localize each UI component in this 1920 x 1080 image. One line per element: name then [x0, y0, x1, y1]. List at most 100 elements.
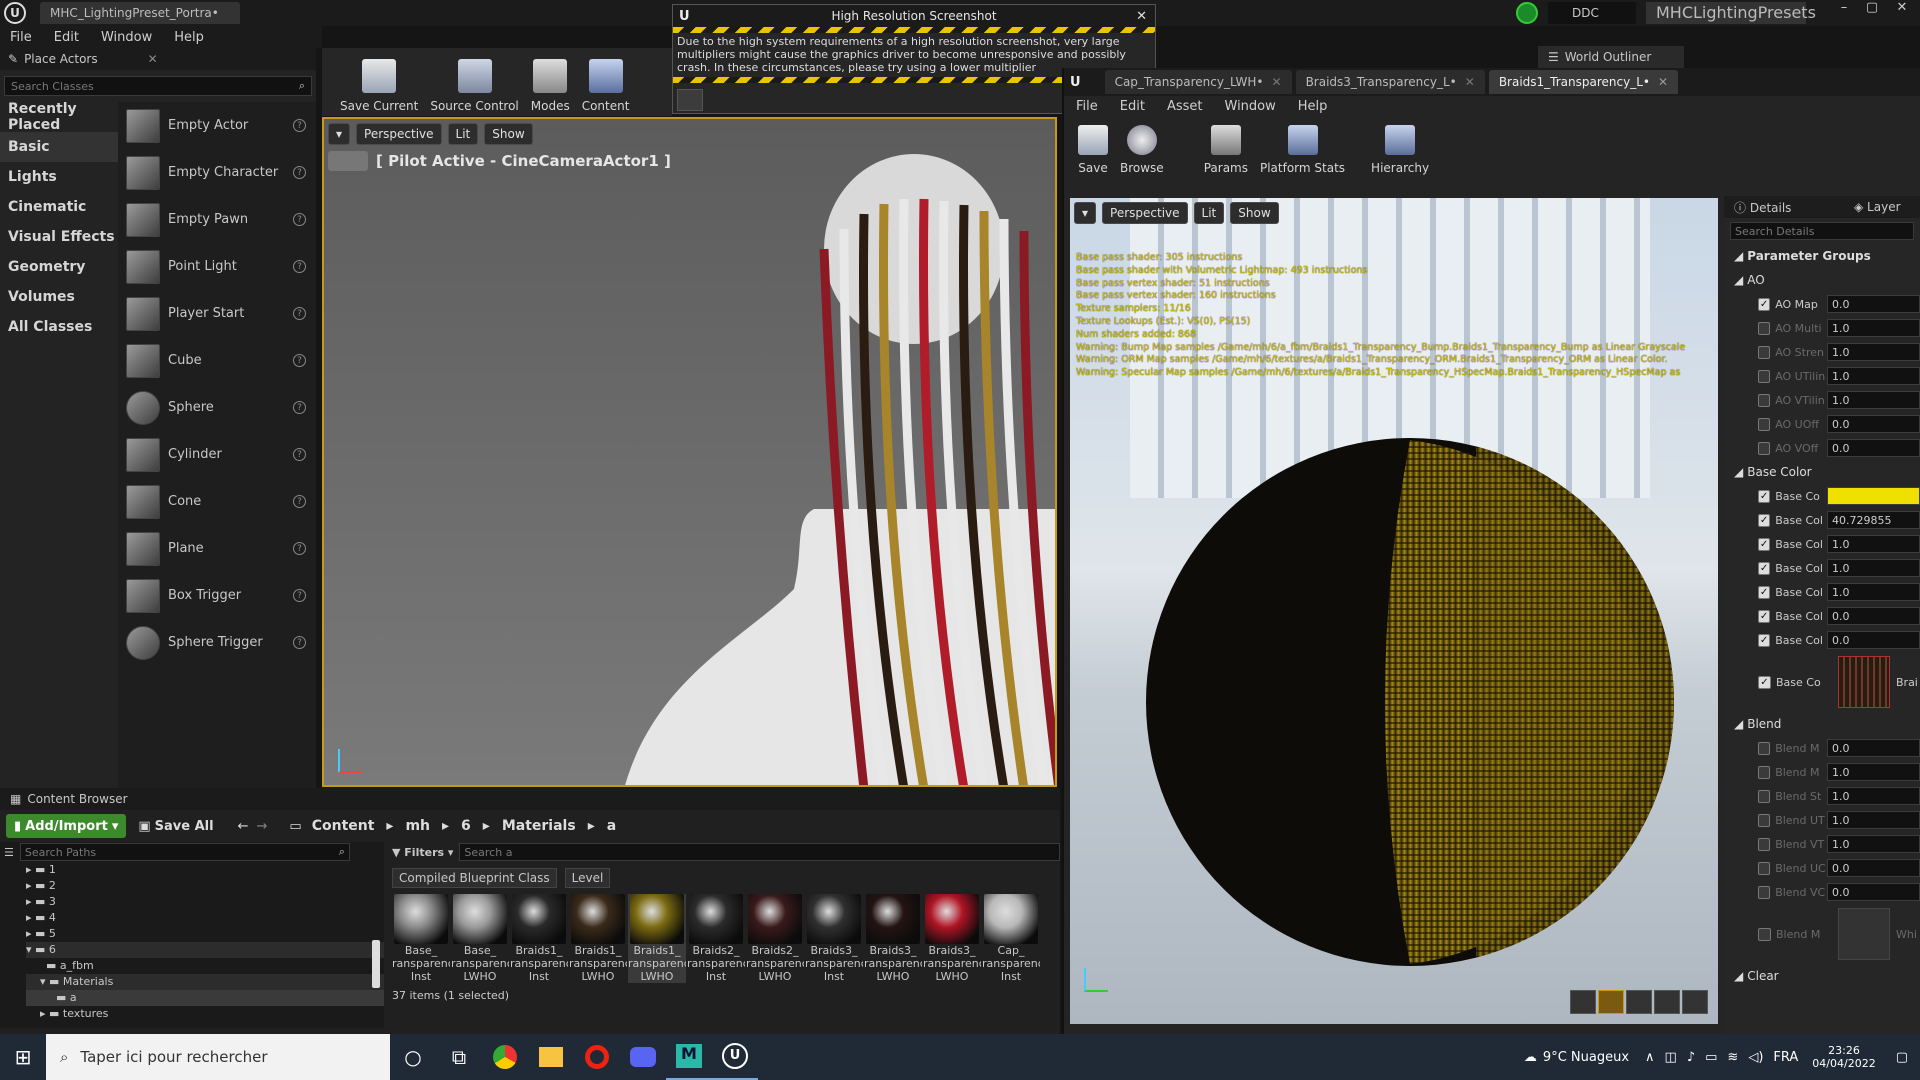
asset-tile[interactable]: Braids1_ ransparenc LWHO	[569, 894, 627, 983]
parameter-value[interactable]: 0.0	[1827, 631, 1920, 649]
override-checkbox[interactable]: ✓	[1758, 513, 1771, 527]
menu-file[interactable]: File	[10, 30, 32, 45]
add-import-button[interactable]: ▮ Add/Import ▾	[6, 814, 127, 838]
actor-item[interactable]: Empty Character?	[118, 149, 316, 196]
parameter-value[interactable]: 1.0	[1827, 343, 1920, 361]
cube-preview-button[interactable]	[1654, 990, 1680, 1014]
browse-button[interactable]: Browse	[1120, 117, 1164, 175]
category-lights[interactable]: Lights	[0, 162, 118, 192]
override-checkbox[interactable]	[1758, 321, 1771, 335]
actor-item[interactable]: Cone?	[118, 478, 316, 525]
content-browser-tab[interactable]: ▦ Content Browser	[0, 788, 1060, 810]
breadcrumb-materials[interactable]: Materials	[502, 818, 576, 834]
parameter-value[interactable]: 1.0	[1827, 811, 1920, 829]
folder-item[interactable]: ▸ ▬ 3	[26, 894, 384, 910]
override-checkbox[interactable]: ✓	[1758, 633, 1771, 647]
folder-item[interactable]: ▸ ▬ 1	[26, 862, 384, 878]
asset-tile[interactable]: Braids1_ ransparenc LWHO	[628, 894, 686, 983]
actor-item[interactable]: Cube?	[118, 337, 316, 384]
texture-thumbnail[interactable]	[1838, 656, 1890, 708]
color-swatch[interactable]	[1827, 487, 1920, 505]
override-checkbox[interactable]: ✓	[1758, 675, 1771, 689]
platform-stats-button[interactable]: Platform Stats	[1260, 117, 1345, 175]
parameter-value[interactable]: 0.0	[1827, 415, 1920, 433]
actor-item[interactable]: Sphere?	[118, 384, 316, 431]
microphone-icon[interactable]: ♪	[1687, 1050, 1695, 1065]
minimize-button[interactable]: –	[1830, 0, 1858, 20]
tab-braids1-transparency[interactable]: Braids1_Transparency_L• ✕	[1488, 70, 1679, 94]
actor-item[interactable]: Sphere Trigger?	[118, 619, 316, 666]
world-outliner-tab[interactable]: ☰ World Outliner	[1538, 46, 1684, 68]
close-tab-icon[interactable]: ✕	[1272, 75, 1282, 89]
menu-help[interactable]: Help	[1298, 99, 1328, 114]
actor-item[interactable]: Plane?	[118, 525, 316, 572]
details-tab[interactable]: ⓘ Details	[1724, 199, 1854, 216]
save-current-button[interactable]: Save Current	[340, 51, 418, 113]
actor-item[interactable]: Empty Pawn?	[118, 196, 316, 243]
menu-edit[interactable]: Edit	[54, 30, 79, 45]
clock[interactable]: 23:26 04/04/2022	[1812, 1044, 1875, 1070]
override-checkbox[interactable]: ✓	[1758, 489, 1771, 503]
help-icon[interactable]: ?	[293, 401, 306, 414]
asset-tile[interactable]: Braids3_ ransparenc LWHO	[923, 894, 981, 983]
close-tab-icon[interactable]: ✕	[1465, 75, 1475, 89]
tree-toggle-icon[interactable]: ☰	[4, 846, 14, 859]
category-basic[interactable]: Basic	[0, 132, 118, 162]
breadcrumb-6[interactable]: 6	[461, 818, 471, 834]
modes-button[interactable]: Modes	[531, 51, 570, 113]
windows-start-icon[interactable]: ⊞	[0, 1034, 46, 1080]
cylinder-preview-button[interactable]	[1570, 990, 1596, 1014]
override-checkbox[interactable]: ✓	[1758, 561, 1771, 575]
folder-item[interactable]: ▸ ▬ textures	[26, 1006, 384, 1022]
forward-arrow-icon[interactable]: →	[257, 819, 268, 834]
asset-tile[interactable]: Braids3_ ransparenc Inst	[805, 894, 863, 983]
help-icon[interactable]: ?	[293, 166, 306, 179]
parameter-value[interactable]: 1.0	[1827, 535, 1920, 553]
category-volumes[interactable]: Volumes	[0, 282, 118, 312]
actor-item[interactable]: Box Trigger?	[118, 572, 316, 619]
asset-tile[interactable]: Braids3_ ransparenc LWHO	[864, 894, 922, 983]
parameter-value[interactable]: 0.0	[1827, 883, 1920, 901]
save-button[interactable]: Save	[1078, 117, 1108, 175]
override-checkbox[interactable]	[1758, 345, 1771, 359]
override-checkbox[interactable]: ✓	[1758, 297, 1771, 311]
maximize-button[interactable]: ▢	[1858, 0, 1886, 20]
parameter-value[interactable]: 1.0	[1827, 391, 1920, 409]
parameter-value[interactable]: 1.0	[1827, 367, 1920, 385]
parameter-value[interactable]: 1.0	[1827, 319, 1920, 337]
asset-tile[interactable]: Braids1_ ransparenc Inst	[510, 894, 568, 983]
menu-window[interactable]: Window	[101, 30, 152, 45]
help-icon[interactable]: ?	[293, 354, 306, 367]
menu-edit[interactable]: Edit	[1120, 99, 1145, 114]
help-icon[interactable]: ?	[293, 119, 306, 132]
parameter-groups-header[interactable]: ◢ Parameter Groups	[1724, 244, 1920, 268]
close-tab-icon[interactable]: ✕	[148, 52, 158, 66]
task-view-icon[interactable]: ⧉	[436, 1034, 482, 1080]
filter-chip-level[interactable]: Level	[564, 868, 611, 888]
battery-icon[interactable]: ▭	[1705, 1050, 1717, 1065]
help-icon[interactable]: ?	[293, 307, 306, 320]
texture-thumbnail[interactable]	[1838, 908, 1890, 960]
override-checkbox[interactable]: ✓	[1758, 537, 1771, 551]
parameter-value[interactable]: 0.0	[1827, 439, 1920, 457]
help-icon[interactable]: ?	[293, 448, 306, 461]
override-checkbox[interactable]	[1758, 885, 1771, 899]
network-icon[interactable]: ◫	[1665, 1050, 1677, 1065]
chevron-up-icon[interactable]: ∧	[1645, 1050, 1655, 1065]
override-checkbox[interactable]	[1758, 741, 1771, 755]
unreal-engine-icon[interactable]: U	[712, 1034, 758, 1080]
folder-item[interactable]: ▬ a	[26, 990, 384, 1006]
taskbar-search[interactable]: ⌕ Taper ici pour rechercher	[46, 1034, 390, 1080]
asset-tile[interactable]: Base_ ransparenc Inst	[392, 894, 450, 983]
asset-tile[interactable]: Base_ ransparenc LWHO	[451, 894, 509, 983]
folder-item[interactable]: ▾ ▬ 6	[26, 942, 384, 958]
parameter-group-header[interactable]: ◢ Clear	[1724, 964, 1920, 988]
parameter-value[interactable]: 1.0	[1827, 763, 1920, 781]
help-icon[interactable]: ?	[293, 589, 306, 602]
ddc-indicator[interactable]: DDC	[1548, 2, 1636, 24]
asset-tile[interactable]: Braids2_ ransparenc LWHO	[746, 894, 804, 983]
close-button[interactable]: ✕	[1888, 0, 1916, 20]
volume-icon[interactable]: ◁)	[1748, 1050, 1763, 1065]
filters-button[interactable]: ▼ Filters ▾	[392, 846, 453, 859]
source-control-button[interactable]: Source Control	[430, 51, 519, 113]
